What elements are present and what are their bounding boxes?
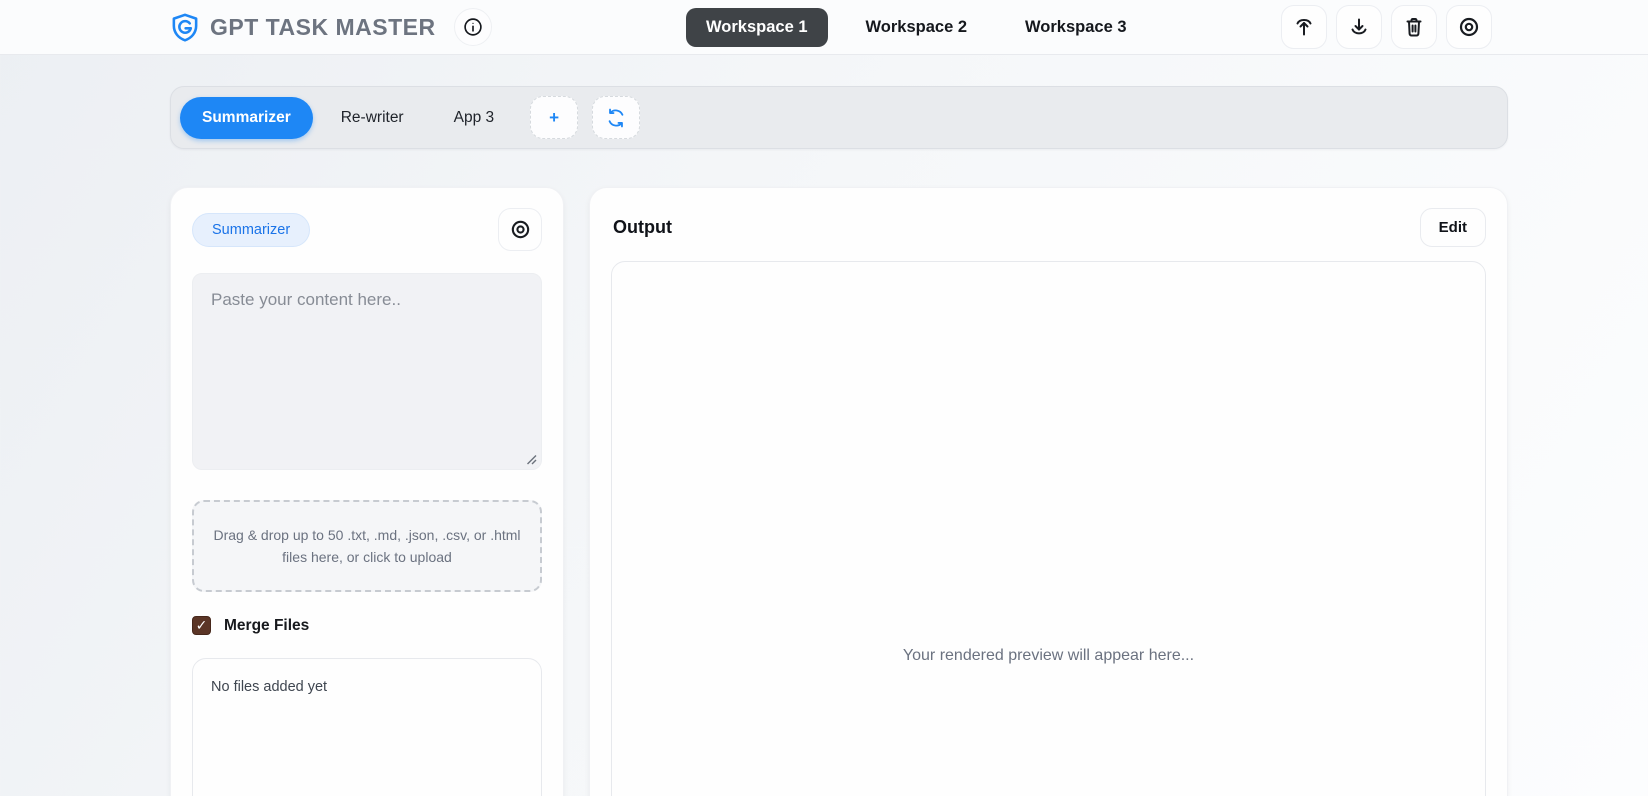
download-button[interactable] [1336, 5, 1382, 49]
download-icon [1347, 15, 1371, 39]
info-button[interactable] [454, 8, 492, 46]
file-list: No files added yet [192, 658, 542, 796]
refresh-apps-button[interactable] [592, 96, 640, 139]
content-input[interactable] [193, 274, 541, 469]
tab-rewriter[interactable]: Re-writer [319, 97, 426, 139]
dropzone-text: Drag & drop up to 50 .txt, .md, .json, .… [212, 524, 522, 569]
app-title: GPT TASK MASTER [210, 14, 436, 41]
upload-icon [1292, 15, 1316, 39]
add-app-button[interactable]: + [530, 96, 578, 139]
shield-g-logo-icon [170, 12, 200, 42]
output-panel-header: Output Edit [611, 208, 1486, 247]
output-title: Output [611, 217, 672, 238]
output-panel: Output Edit Your rendered preview will a… [589, 187, 1508, 796]
upload-button[interactable] [1281, 5, 1327, 49]
app-type-badge: Summarizer [192, 213, 310, 247]
brand: GPT TASK MASTER [170, 12, 436, 42]
trash-button[interactable] [1391, 5, 1437, 49]
workspace-nav: Workspace 1 Workspace 2 Workspace 3 [686, 8, 1147, 47]
preview-placeholder-text: Your rendered preview will appear here..… [903, 647, 1194, 665]
workspace-tab-3[interactable]: Workspace 3 [1005, 8, 1147, 47]
workspace-tab-2[interactable]: Workspace 2 [846, 8, 988, 47]
input-panel: Summarizer [170, 187, 564, 796]
preview-area: Your rendered preview will appear here..… [611, 261, 1486, 796]
resize-handle[interactable] [526, 454, 537, 465]
workspace-cards: Summarizer [170, 187, 1508, 796]
edit-button[interactable]: Edit [1420, 208, 1486, 247]
workspace-tab-1[interactable]: Workspace 1 [686, 8, 828, 47]
app-header: GPT TASK MASTER Workspace 1 Workspace 2 … [0, 0, 1648, 55]
trash-icon [1402, 15, 1426, 39]
panel-settings-button[interactable] [498, 208, 542, 251]
check-icon: ✓ [196, 617, 208, 634]
merge-files-checkbox[interactable]: ✓ [192, 616, 211, 635]
refresh-icon [605, 107, 627, 129]
target-icon [1457, 15, 1481, 39]
main-content: Summarizer Re-writer App 3 + Summarizer [0, 86, 1648, 796]
tab-summarizer[interactable]: Summarizer [180, 97, 313, 139]
app-tabbar: Summarizer Re-writer App 3 + [170, 86, 1508, 149]
plus-icon: + [549, 108, 559, 128]
content-input-wrapper [192, 273, 542, 470]
settings-button[interactable] [1446, 5, 1492, 49]
file-list-empty-text: No files added yet [211, 679, 523, 695]
file-dropzone[interactable]: Drag & drop up to 50 .txt, .md, .json, .… [192, 500, 542, 592]
header-actions [1281, 5, 1492, 49]
merge-files-row: ✓ Merge Files [192, 616, 542, 635]
target-icon [509, 218, 532, 241]
input-panel-header: Summarizer [192, 208, 542, 251]
tab-app3[interactable]: App 3 [432, 97, 517, 139]
info-icon [462, 16, 484, 38]
merge-files-label[interactable]: Merge Files [224, 617, 309, 635]
